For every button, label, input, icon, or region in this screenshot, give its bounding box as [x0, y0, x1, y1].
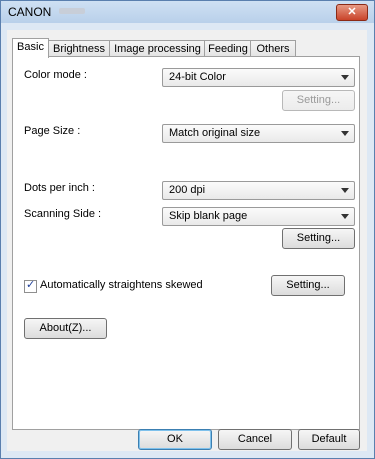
scanning-side-dropdown[interactable]: Skip blank page — [162, 207, 355, 226]
page-size-value: Match original size — [169, 127, 261, 139]
straighten-setting-button[interactable]: Setting... — [271, 275, 345, 296]
basic-panel: Color mode : 24-bit Color Setting... Pag… — [12, 56, 360, 430]
color-mode-label: Color mode : — [24, 69, 87, 81]
chevron-down-icon — [341, 214, 349, 219]
page-size-label: Page Size : — [24, 125, 81, 137]
close-icon: ✕ — [347, 6, 357, 18]
default-button[interactable]: Default — [298, 429, 360, 450]
color-mode-dropdown[interactable]: 24-bit Color — [162, 68, 355, 87]
straighten-label: Automatically straightens skewed — [40, 279, 203, 291]
color-mode-setting-button[interactable]: Setting... — [282, 90, 355, 111]
window-title: CANON — [8, 5, 52, 19]
chevron-down-icon — [341, 188, 349, 193]
scanning-side-value: Skip blank page — [169, 210, 248, 222]
straighten-checkbox[interactable]: ✓ — [24, 279, 37, 293]
tab-image-processing[interactable]: Image processing — [109, 40, 206, 57]
cancel-button[interactable]: Cancel — [218, 429, 292, 450]
button-label: Setting... — [296, 232, 341, 244]
button-label: About(Z)... — [39, 322, 92, 334]
button-label: Setting... — [286, 279, 330, 291]
tab-label: Others — [256, 43, 290, 55]
button-label: OK — [167, 433, 183, 445]
tab-label: Image processing — [114, 43, 201, 55]
button-label: Cancel — [237, 433, 273, 445]
title-bar[interactable]: CANON ✕ — [1, 1, 374, 23]
color-mode-value: 24-bit Color — [169, 71, 226, 83]
tab-others[interactable]: Others — [250, 40, 296, 57]
dpi-label: Dots per inch : — [24, 182, 95, 194]
page-size-dropdown[interactable]: Match original size — [162, 124, 355, 143]
chevron-down-icon — [341, 75, 349, 80]
tab-label: Brightness — [53, 43, 105, 55]
dialog-client: Basic Brightness Image processing Feedin… — [7, 30, 367, 451]
tab-basic[interactable]: Basic — [12, 38, 49, 58]
scanning-side-setting-button[interactable]: Setting... — [282, 228, 355, 249]
title-redacted — [59, 8, 85, 14]
scanning-side-label: Scanning Side : — [24, 208, 102, 220]
button-label: Default — [311, 433, 347, 445]
tab-brightness[interactable]: Brightness — [47, 40, 111, 57]
tab-label: Basic — [17, 41, 44, 53]
close-button[interactable]: ✕ — [336, 4, 368, 21]
dpi-value: 200 dpi — [169, 184, 206, 196]
button-label: Setting... — [296, 94, 341, 106]
tab-label: Feeding — [208, 43, 248, 55]
dialog-window: CANON ✕ Basic Brightness Image processin… — [0, 0, 375, 459]
ok-button[interactable]: OK — [138, 429, 212, 450]
chevron-down-icon — [341, 131, 349, 136]
dpi-dropdown[interactable]: 200 dpi — [162, 181, 355, 200]
about-button[interactable]: About(Z)... — [24, 318, 107, 339]
tab-feeding[interactable]: Feeding — [204, 40, 252, 57]
check-icon: ✓ — [26, 279, 36, 291]
